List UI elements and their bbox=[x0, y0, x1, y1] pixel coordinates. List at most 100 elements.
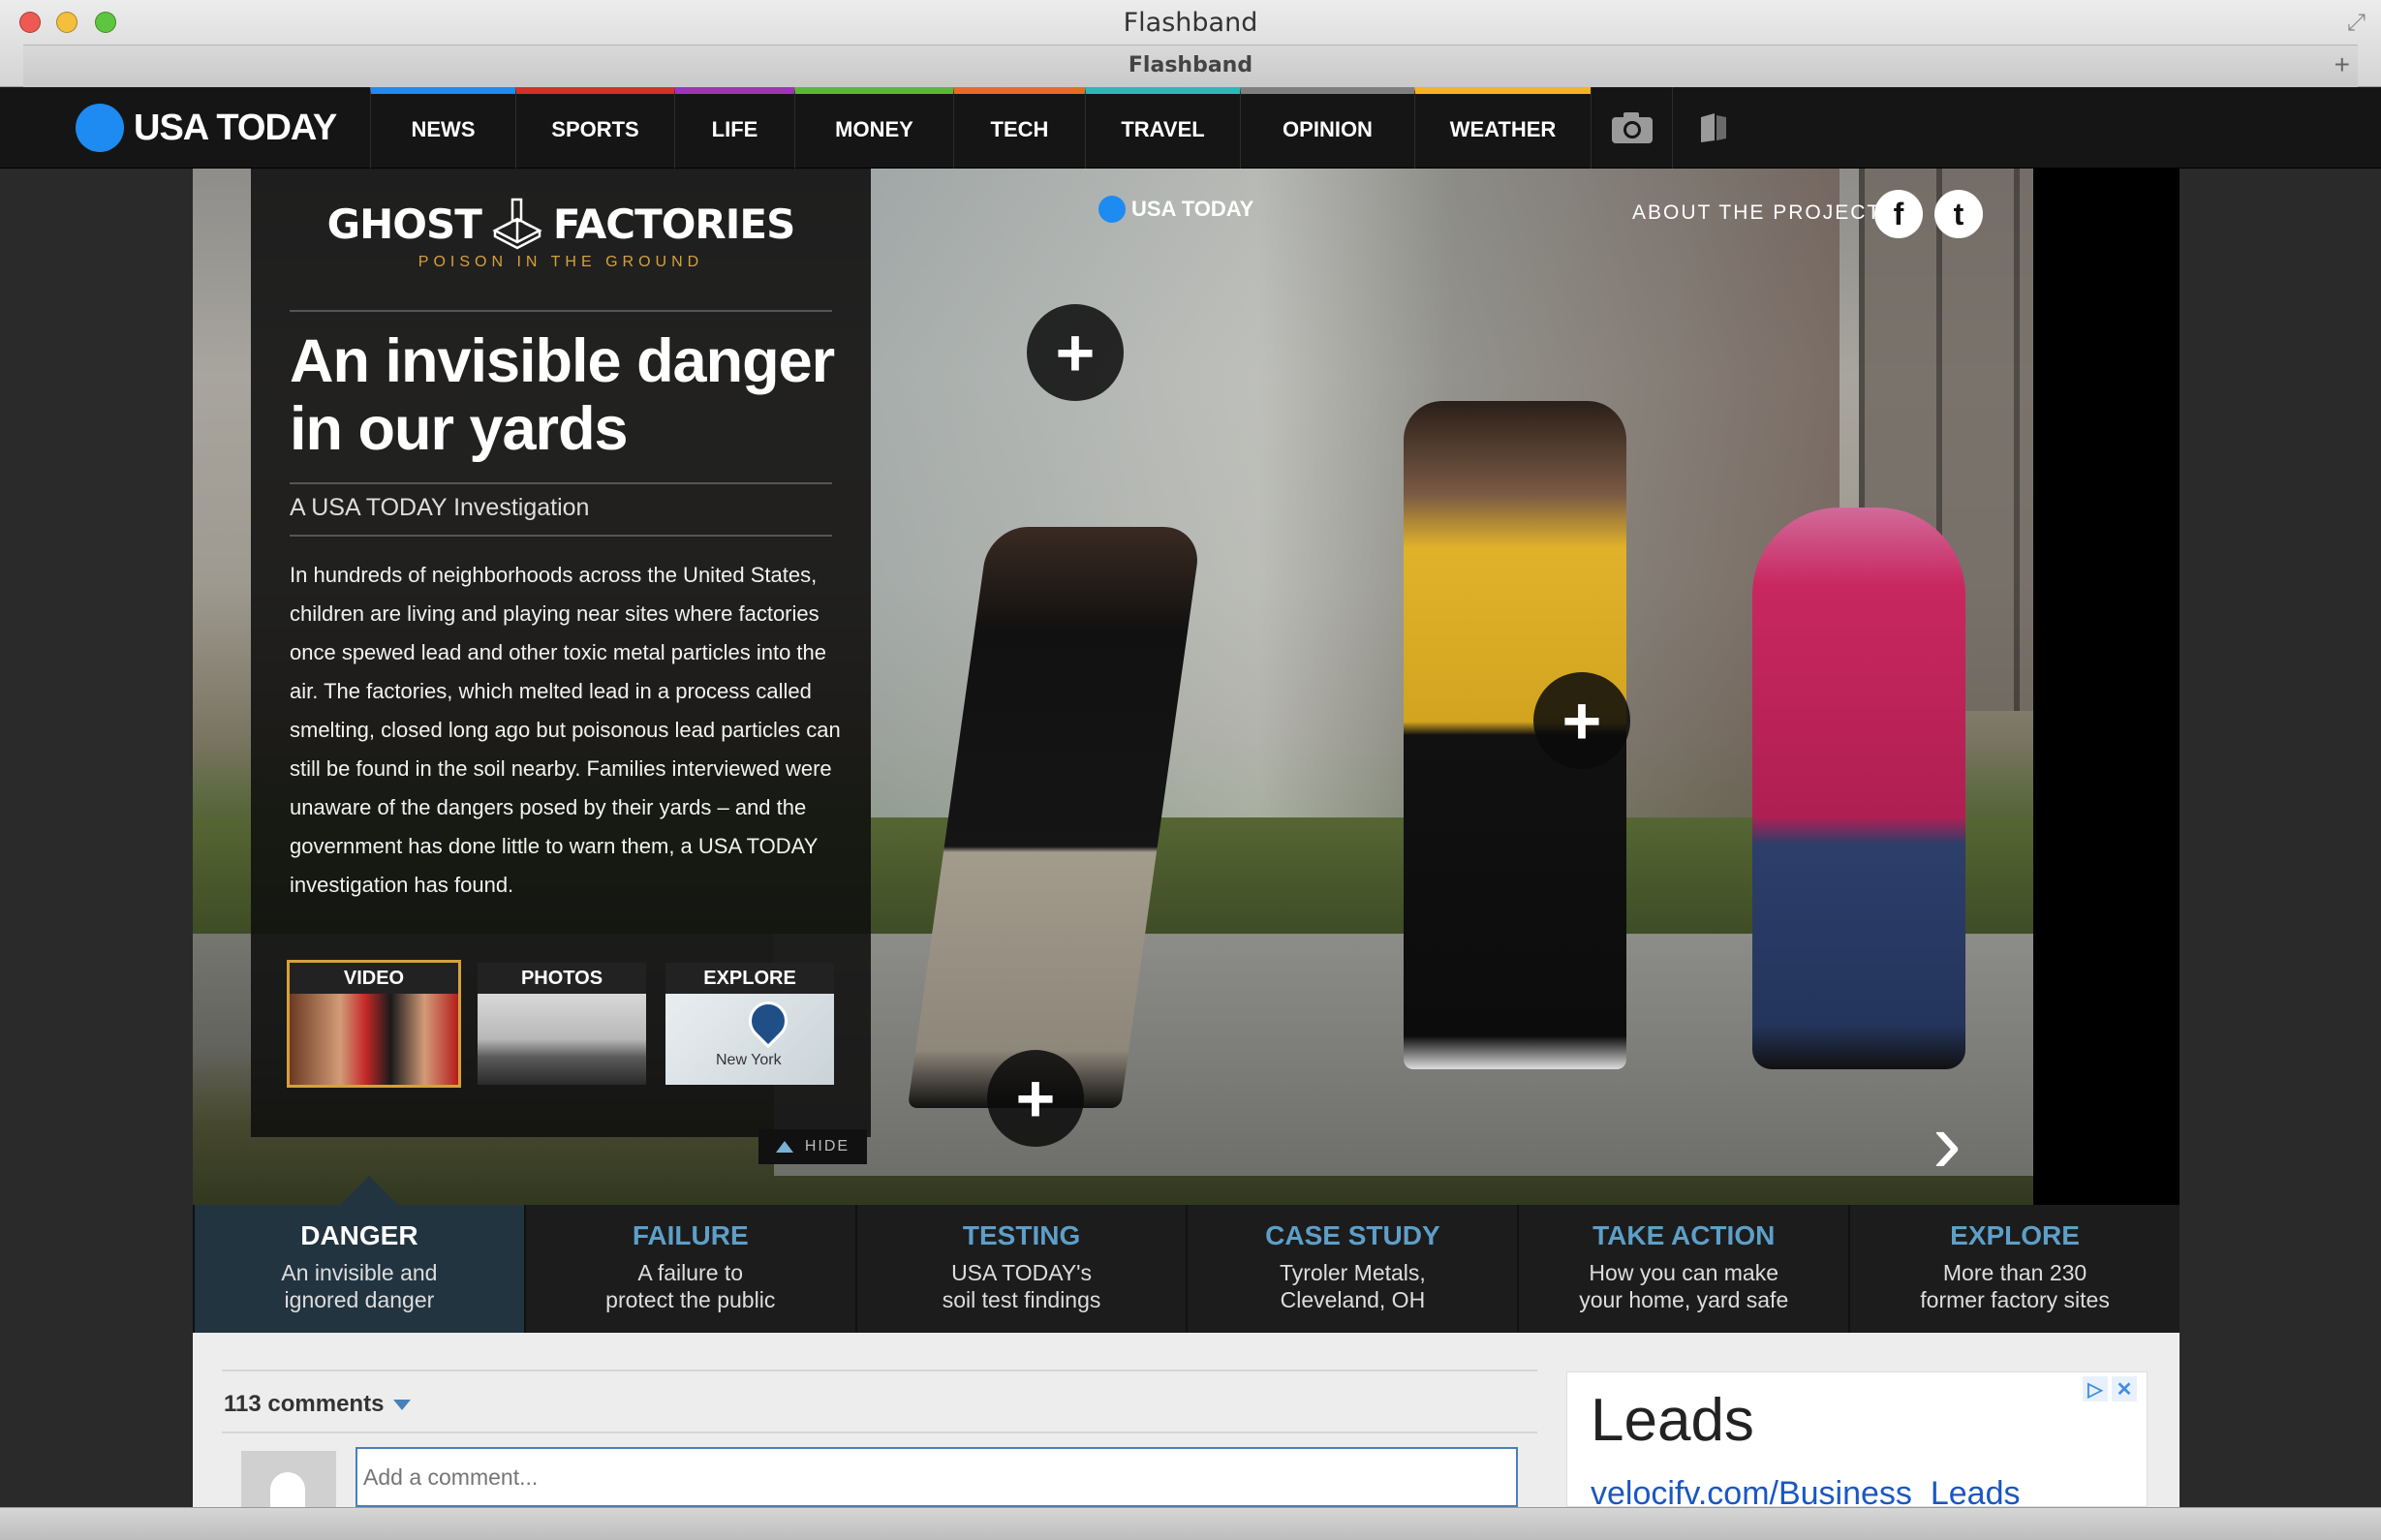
nav-item-label: OPINION bbox=[1283, 116, 1373, 141]
nav-item-money[interactable]: MONEY bbox=[794, 87, 953, 169]
next-slide-chevron-icon[interactable]: › bbox=[1933, 1093, 1962, 1193]
section-tab-explore[interactable]: EXPLORE More than 230 former factory sites bbox=[1848, 1205, 2180, 1333]
brand-title-left: GHOST bbox=[326, 200, 482, 248]
brand-title-right: FACTORIES bbox=[552, 200, 795, 248]
hotspot-plus-icon[interactable]: + bbox=[987, 1050, 1084, 1147]
ad-link[interactable]: velocifv.com/Business_Leads bbox=[1591, 1475, 2020, 1506]
reader-icon[interactable] bbox=[1672, 87, 1753, 169]
nav-item-news[interactable]: NEWS bbox=[370, 87, 515, 169]
section-description: A failure to protect the public bbox=[526, 1259, 855, 1313]
thumbnail-label: PHOTOS bbox=[478, 963, 646, 994]
section-tab-danger[interactable]: DANGER An invisible and ignored danger bbox=[193, 1176, 524, 1333]
ad-close-icon[interactable]: ✕ bbox=[2112, 1376, 2137, 1401]
section-description-line: protect the public bbox=[605, 1287, 776, 1312]
hide-label: HIDE bbox=[804, 1138, 850, 1155]
section-description: USA TODAY's soil test findings bbox=[857, 1259, 1187, 1313]
section-tabs: DANGER An invisible and ignored danger FAIL… bbox=[193, 1176, 2180, 1333]
divider bbox=[290, 535, 832, 537]
page-margin-right bbox=[2180, 169, 2381, 1507]
section-tab-case-study[interactable]: CASE STUDY Tyroler Metals, Cleveland, OH bbox=[1186, 1205, 1517, 1333]
nav-item-label: SPORTS bbox=[551, 116, 639, 141]
section-description-line: soil test findings bbox=[942, 1287, 1101, 1312]
divider bbox=[290, 482, 832, 484]
tab-bar: Flashband + bbox=[23, 45, 2358, 87]
ad-box[interactable]: ▷ ✕ Leads velocifv.com/Business_Leads bbox=[1566, 1371, 2148, 1507]
section-title: CASE STUDY bbox=[1265, 1220, 1440, 1250]
section-description-line: Tyroler Metals, bbox=[1279, 1260, 1426, 1285]
tab-active[interactable]: Flashband bbox=[23, 53, 2358, 77]
triangle-up-icon bbox=[775, 1141, 793, 1153]
logo-dot-icon bbox=[76, 104, 124, 152]
brand-subtitle: POISON IN THE GROUND bbox=[417, 254, 704, 270]
nav-item-opinion[interactable]: OPINION bbox=[1240, 87, 1414, 169]
nav-item-label: WEATHER bbox=[1449, 116, 1557, 141]
camera-icon[interactable] bbox=[1591, 87, 1672, 169]
nav-item-life[interactable]: LIFE bbox=[674, 87, 794, 169]
ad-controls: ▷ ✕ bbox=[2083, 1376, 2137, 1401]
nav-item-sports[interactable]: SPORTS bbox=[515, 87, 674, 169]
active-tab-notch bbox=[340, 1176, 398, 1205]
logo-text: USA TODAY bbox=[134, 107, 337, 148]
nav-item-label: TRAVEL bbox=[1121, 116, 1205, 141]
photos-thumbnail[interactable]: PHOTOS bbox=[478, 963, 646, 1085]
section-title: EXPLORE bbox=[1950, 1220, 2080, 1250]
headline: An invisible danger in our yards bbox=[290, 327, 835, 463]
facebook-icon[interactable]: f bbox=[1874, 190, 1923, 238]
comments-count-toggle[interactable]: 113 comments bbox=[224, 1391, 412, 1418]
about-project-link[interactable]: ABOUT THE PROJECT bbox=[1632, 201, 1881, 225]
section-title: TAKE ACTION bbox=[1592, 1220, 1776, 1250]
avatar bbox=[241, 1451, 336, 1509]
section-description-line: former factory sites bbox=[1920, 1287, 2110, 1312]
window-statusbar bbox=[0, 1507, 2381, 1540]
section-tab-take-action[interactable]: TAKE ACTION How you can make your home, ya… bbox=[1517, 1205, 1848, 1333]
section-description-line: A failure to bbox=[637, 1260, 744, 1285]
kicker: A USA TODAY Investigation bbox=[290, 494, 590, 521]
section-title: TESTING bbox=[962, 1220, 1081, 1250]
section-description: Tyroler Metals, Cleveland, OH bbox=[1188, 1259, 1517, 1313]
nav-item-label: LIFE bbox=[711, 116, 758, 141]
caret-down-icon bbox=[393, 1399, 412, 1410]
page-margin-left bbox=[0, 169, 193, 1507]
new-tab-icon[interactable]: + bbox=[2335, 49, 2350, 80]
section-title: DANGER bbox=[300, 1220, 418, 1250]
story-panel: GHOST FACTORIES POISON IN THE GROUND An … bbox=[251, 169, 871, 1137]
hide-panel-button[interactable]: HIDE bbox=[758, 1129, 867, 1164]
divider bbox=[290, 310, 832, 312]
section-description-line: USA TODAY's bbox=[951, 1260, 1093, 1285]
section-tab-testing[interactable]: TESTING USA TODAY's soil test findings bbox=[854, 1205, 1187, 1333]
nav-item-travel[interactable]: TRAVEL bbox=[1085, 87, 1240, 169]
explore-thumbnail[interactable]: EXPLORE New York bbox=[665, 963, 834, 1085]
comment-input[interactable] bbox=[356, 1447, 1518, 1507]
section-description-line: ignored danger bbox=[284, 1287, 435, 1312]
ghost-factories-brand: GHOST FACTORIES POISON IN THE GROUND bbox=[251, 196, 871, 271]
usatoday-logo[interactable]: USA TODAY bbox=[76, 101, 337, 155]
nav-item-tech[interactable]: TECH bbox=[953, 87, 1085, 169]
nav-item-label: NEWS bbox=[411, 116, 476, 141]
story-body: In hundreds of neighborhoods across the … bbox=[290, 563, 841, 897]
photo-usatoday-logo: USA TODAY bbox=[1098, 196, 1253, 223]
twitter-icon[interactable]: t bbox=[1934, 190, 1983, 238]
video-thumbnail[interactable]: VIDEO bbox=[287, 960, 461, 1088]
ad-title: Leads bbox=[1591, 1387, 1754, 1454]
divider bbox=[222, 1432, 1537, 1433]
fullscreen-icon[interactable]: ⤢ bbox=[2347, 10, 2366, 37]
section-description-line: An invisible and bbox=[281, 1260, 438, 1285]
photo-child-girl-pink bbox=[1752, 508, 1965, 1069]
nav-item-label: TECH bbox=[990, 116, 1049, 141]
window-titlebar: Flashband ⤢ Flashband + bbox=[0, 0, 2381, 87]
comments-count: 113 comments bbox=[224, 1391, 385, 1417]
media-thumbnails: VIDEO PHOTOS EXPLORE New York bbox=[287, 960, 834, 1088]
comments-area: 113 comments ▷ ✕ Leads velocifv.com/Busi… bbox=[193, 1333, 2180, 1509]
map-pin-icon bbox=[740, 993, 796, 1049]
hotspot-plus-icon[interactable]: + bbox=[1533, 672, 1630, 769]
nav-item-label: MONEY bbox=[835, 116, 913, 141]
section-description: More than 230 former factory sites bbox=[1850, 1259, 2180, 1313]
ad-choices-icon[interactable]: ▷ bbox=[2083, 1376, 2108, 1401]
section-tab-failure[interactable]: FAILURE A failure to protect the public bbox=[523, 1205, 855, 1333]
hero: USA TODAY ABOUT THE PROJECT f t + + + › … bbox=[193, 169, 2180, 1205]
divider bbox=[222, 1370, 1537, 1371]
thumbnail-label: EXPLORE bbox=[665, 963, 834, 994]
video-thumbnail-image bbox=[290, 994, 458, 1085]
hotspot-plus-icon[interactable]: + bbox=[1027, 304, 1124, 401]
nav-item-weather[interactable]: WEATHER bbox=[1414, 87, 1591, 169]
